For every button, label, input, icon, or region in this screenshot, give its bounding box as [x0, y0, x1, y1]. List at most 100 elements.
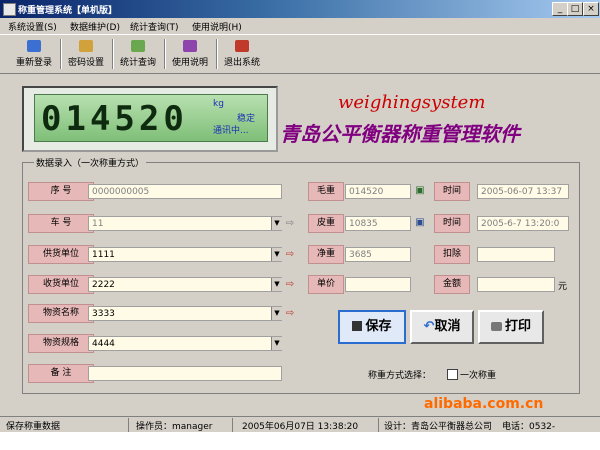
- printer-icon: [490, 322, 502, 331]
- toolbar-separator: [216, 39, 218, 69]
- cancel-button[interactable]: ↶取消: [410, 310, 474, 344]
- undo-icon: ↶: [423, 319, 435, 334]
- toolbar-separator: [112, 39, 114, 69]
- gross-label: 毛重: [308, 182, 344, 201]
- status-separator: [232, 418, 233, 432]
- menu-data-maintenance[interactable]: 数据维护(D): [70, 20, 120, 33]
- brand-english: weighingsystem: [338, 92, 486, 113]
- menu-statistics[interactable]: 统计查询(T): [130, 20, 179, 33]
- save-label: 保存: [365, 319, 392, 334]
- status-message: 保存称重数据: [6, 422, 61, 432]
- relogin-button[interactable]: 重新登录: [12, 37, 56, 71]
- gross-capture-icon[interactable]: ▣: [414, 185, 426, 197]
- status-bar: 保存称重数据 操作员：manager 2005年06月07日 13:38:20 …: [0, 416, 600, 442]
- plate-lookup-icon[interactable]: ⇨: [284, 218, 296, 230]
- minimize-button[interactable]: _: [552, 2, 568, 16]
- password-label: 密码设置: [67, 58, 104, 68]
- supplier-label: 供货单位: [28, 245, 94, 264]
- spec-field[interactable]: 4444: [88, 336, 282, 351]
- plate-field[interactable]: 11: [88, 216, 282, 231]
- exit-label: 退出系统: [223, 58, 260, 68]
- menu-system-settings[interactable]: 系统设置(S): [8, 20, 57, 33]
- maximize-button[interactable]: □: [567, 2, 583, 16]
- tare-label: 皮重: [308, 214, 344, 233]
- status-separator: [378, 418, 379, 432]
- help-label: 使用说明: [171, 58, 208, 68]
- status-operator: 操作员：manager: [136, 422, 213, 432]
- tare-capture-icon[interactable]: ▣: [414, 217, 426, 229]
- save-icon: [352, 321, 363, 331]
- cancel-label: 取消: [434, 319, 461, 334]
- material-add-icon[interactable]: ⇨: [284, 308, 296, 320]
- weight-unit: kg: [213, 99, 224, 109]
- time2-label: 时间: [434, 214, 470, 233]
- amount-label: 金额: [434, 275, 470, 294]
- material-dropdown[interactable]: ▼: [271, 307, 282, 320]
- deduct-field[interactable]: [477, 247, 555, 262]
- remark-label: 备 注: [28, 364, 94, 383]
- supplier-field[interactable]: 1111: [88, 247, 282, 262]
- material-field[interactable]: 3333: [88, 306, 282, 321]
- net-field[interactable]: 3685: [345, 247, 411, 262]
- toolbar-separator: [164, 39, 166, 69]
- status-design: 设计：青岛公平衡器总公司: [384, 422, 493, 432]
- gross-field[interactable]: 014520: [345, 184, 411, 199]
- toolbar: 重新登录 密码设置 统计查询 使用说明 退出系统: [0, 34, 600, 74]
- brand-chinese: 青岛公平衡器称重管理软件: [280, 122, 520, 146]
- serial-label: 序 号: [28, 182, 94, 201]
- status-separator: [128, 418, 129, 432]
- print-button[interactable]: 打印: [478, 310, 544, 344]
- relogin-label: 重新登录: [15, 58, 52, 68]
- tare-field[interactable]: 10835: [345, 216, 411, 231]
- material-label: 物资名称: [28, 304, 94, 323]
- receiver-label: 收货单位: [28, 275, 94, 294]
- title-bar: 称重管理系统【单机版】 _ □ ×: [0, 0, 600, 18]
- close-button[interactable]: ×: [583, 2, 599, 16]
- time1-field[interactable]: 2005-06-07 13:37: [477, 184, 569, 199]
- stats-label: 统计查询: [119, 58, 156, 68]
- help-button[interactable]: 使用说明: [168, 37, 212, 71]
- comm-status: 通讯中...: [213, 126, 249, 136]
- stats-button[interactable]: 统计查询: [116, 37, 160, 71]
- receiver-field[interactable]: 2222: [88, 277, 282, 292]
- key-icon: [79, 40, 93, 52]
- window-title: 称重管理系统【单机版】: [18, 6, 118, 16]
- save-button[interactable]: 保存: [338, 310, 406, 344]
- menu-help[interactable]: 使用说明(H): [192, 20, 242, 33]
- spec-label: 物资规格: [28, 334, 94, 353]
- time2-field[interactable]: 2005-6-7 13:20:0: [477, 216, 569, 231]
- plate-dropdown[interactable]: ▼: [271, 217, 282, 230]
- supplier-dropdown[interactable]: ▼: [271, 248, 282, 261]
- price-field[interactable]: [345, 277, 411, 292]
- weight-display-panel: 014520 kg 稳定 通讯中...: [22, 86, 278, 152]
- data-entry-group-title: 数据录入（一次称重方式）: [34, 156, 147, 169]
- amount-field[interactable]: [477, 277, 555, 292]
- watermark: alibaba.com.cn: [424, 396, 544, 412]
- serial-field[interactable]: 0000000005: [88, 184, 282, 199]
- receiver-add-icon[interactable]: ⇨: [284, 279, 296, 291]
- plate-label: 车 号: [28, 214, 94, 233]
- net-label: 净重: [308, 245, 344, 264]
- menu-bar: 系统设置(S) 数据维护(D) 统计查询(T) 使用说明(H): [0, 18, 600, 34]
- password-button[interactable]: 密码设置: [64, 37, 108, 71]
- help-icon: [183, 40, 197, 52]
- spec-dropdown[interactable]: ▼: [271, 337, 282, 350]
- price-label: 单价: [308, 275, 344, 294]
- bottom-strip: [0, 432, 600, 450]
- deduct-label: 扣除: [434, 245, 470, 264]
- supplier-add-icon[interactable]: ⇨: [284, 249, 296, 261]
- lcd-display: 014520 kg 稳定 通讯中...: [34, 94, 268, 142]
- receiver-dropdown[interactable]: ▼: [271, 278, 282, 291]
- weight-readout: 014520: [41, 99, 188, 139]
- exit-icon: [235, 40, 249, 52]
- exit-button[interactable]: 退出系统: [220, 37, 264, 71]
- status-datetime: 2005年06月07日 13:38:20: [242, 422, 359, 432]
- single-weigh-option-label: 一次称重: [460, 371, 497, 381]
- single-weigh-checkbox[interactable]: [447, 369, 458, 380]
- remark-field[interactable]: [88, 366, 282, 381]
- time1-label: 时间: [434, 182, 470, 201]
- print-label: 打印: [504, 319, 531, 334]
- amount-unit: 元: [558, 282, 568, 292]
- relogin-icon: [27, 40, 41, 52]
- app-icon: [3, 3, 16, 16]
